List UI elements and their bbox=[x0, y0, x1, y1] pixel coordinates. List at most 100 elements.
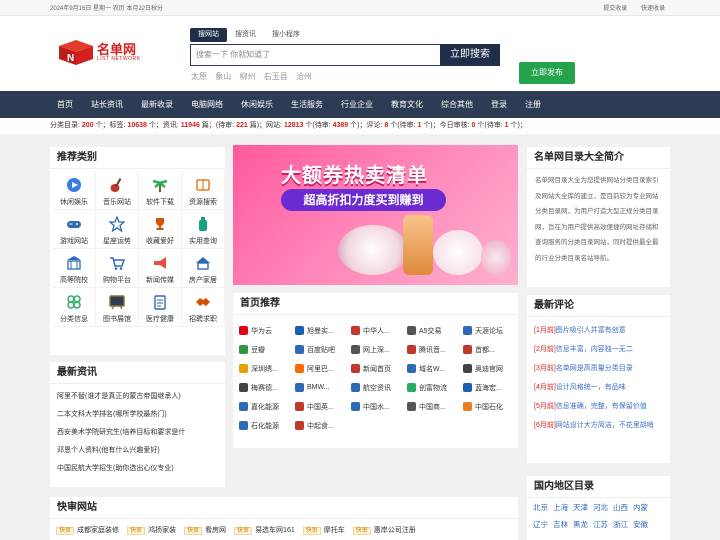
region-link[interactable]: 上海 bbox=[553, 502, 573, 513]
news-item[interactable]: 二本文科大学排名(哪所学校最热门) bbox=[50, 406, 225, 424]
promo-banner[interactable]: 大额券热卖清单 超高折扣力度买到赚到 bbox=[233, 145, 518, 285]
tab-search-news[interactable]: 搜资讯 bbox=[227, 28, 264, 42]
nav-item-industry[interactable]: 行业企业 bbox=[341, 99, 373, 110]
recommend-item[interactable]: 中起食... bbox=[295, 416, 351, 435]
quick-item[interactable]: 快审 易选车网161 bbox=[234, 525, 295, 535]
comment-item[interactable]: [2月前]信息丰富，内容独一无二 bbox=[527, 340, 670, 359]
nav-item-register[interactable]: 注册 bbox=[525, 99, 541, 110]
hot-keyword[interactable]: 太原 bbox=[191, 72, 207, 81]
tab-search-miniapp[interactable]: 搜小程序 bbox=[264, 28, 308, 42]
region-link[interactable]: 吉林 bbox=[553, 519, 573, 530]
recommend-item[interactable]: 百度贴吧 bbox=[295, 340, 351, 359]
recommend-item[interactable]: 嘉化能源 bbox=[239, 397, 295, 416]
recommend-item[interactable]: 新闻首页 bbox=[351, 359, 407, 378]
site-logo[interactable]: N 名单网 LIST NETWORK bbox=[57, 38, 140, 66]
recommend-item[interactable]: 中国商... bbox=[407, 397, 463, 416]
recommend-item[interactable]: 深圳绣... bbox=[239, 359, 295, 378]
category-item[interactable]: 分类信息 bbox=[53, 288, 96, 327]
category-item[interactable]: 购物平台 bbox=[96, 249, 139, 288]
category-item[interactable]: 休闲娱乐 bbox=[53, 171, 96, 210]
news-item[interactable]: 中国民航大学招生(助你选出心仪专业) bbox=[50, 460, 225, 478]
category-item[interactable]: 实用查询 bbox=[182, 210, 225, 249]
category-item[interactable]: 星座运势 bbox=[96, 210, 139, 249]
quick-item[interactable]: 快审 成都家庭装修 bbox=[56, 525, 119, 535]
nav-item-latest[interactable]: 最新收录 bbox=[141, 99, 173, 110]
recommend-item[interactable]: 中国石化 bbox=[463, 397, 519, 416]
recommend-item[interactable]: 中华人... bbox=[351, 321, 407, 340]
quick-item[interactable]: 快审 摩托车 bbox=[302, 525, 345, 535]
quick-item[interactable]: 快审 鸿扬家装 bbox=[127, 525, 176, 535]
nav-item-computer[interactable]: 电脑网络 bbox=[191, 99, 223, 110]
recommend-item[interactable]: 奥迪官网 bbox=[463, 359, 519, 378]
search-input[interactable]: 搜索一下 你就知道了 bbox=[190, 44, 440, 66]
recommend-item[interactable]: 中国英... bbox=[295, 397, 351, 416]
hot-keyword[interactable]: 右玉县 bbox=[264, 72, 288, 81]
region-link[interactable]: 安徽 bbox=[633, 519, 653, 530]
category-item[interactable]: 资源搜索 bbox=[182, 171, 225, 210]
recommend-item[interactable]: 网上深... bbox=[351, 340, 407, 359]
recommend-item[interactable]: 创富物流 bbox=[407, 378, 463, 397]
recommend-item[interactable]: A5交易 bbox=[407, 321, 463, 340]
region-link[interactable]: 黑龙 bbox=[573, 519, 593, 530]
category-item[interactable]: 音乐网站 bbox=[96, 171, 139, 210]
region-link[interactable]: 山西 bbox=[613, 502, 633, 513]
category-item[interactable]: 招聘求职 bbox=[182, 288, 225, 327]
quick-item[interactable]: 快审 看房网 bbox=[184, 525, 226, 535]
comment-item[interactable]: [4月前]设计风格统一，有品味 bbox=[527, 378, 670, 397]
tab-search-site[interactable]: 搜网站 bbox=[190, 28, 227, 42]
nav-item-login[interactable]: 登录 bbox=[491, 99, 507, 110]
recommend-item[interactable]: BMW... bbox=[295, 378, 351, 397]
comment-item[interactable]: [6月前]网站设计大方简洁，不花里胡哨 bbox=[527, 416, 670, 435]
nav-item-education[interactable]: 教育文化 bbox=[391, 99, 423, 110]
nav-item-other[interactable]: 综合其他 bbox=[441, 99, 473, 110]
category-item[interactable]: 收藏爱好 bbox=[139, 210, 182, 249]
region-link[interactable]: 浙江 bbox=[613, 519, 633, 530]
nav-item-life[interactable]: 生活服务 bbox=[291, 99, 323, 110]
quick-item[interactable]: 快审 惠岸公司注册 bbox=[352, 525, 416, 535]
comment-item[interactable]: [5月前]信息准确，完整，有保留价值 bbox=[527, 397, 670, 416]
publish-button[interactable]: 立即发布 bbox=[519, 62, 575, 84]
recommend-item[interactable]: 梅赛德... bbox=[239, 378, 295, 397]
region-link[interactable]: 江苏 bbox=[593, 519, 613, 530]
hot-keyword[interactable]: 柳州 bbox=[239, 72, 255, 81]
category-item[interactable]: 新闻传媒 bbox=[139, 249, 182, 288]
recommend-item[interactable]: 阿里巴... bbox=[295, 359, 351, 378]
recommend-item[interactable]: 中国水... bbox=[351, 397, 407, 416]
hot-keyword[interactable]: 象山 bbox=[215, 72, 231, 81]
nav-item-leisure[interactable]: 休闲娱乐 bbox=[241, 99, 273, 110]
hot-keyword[interactable]: 沧州 bbox=[296, 72, 312, 81]
category-item[interactable]: 高等院校 bbox=[53, 249, 96, 288]
region-link[interactable]: 天津 bbox=[573, 502, 593, 513]
news-item[interactable]: 阿里不替(谁才是真正的蒙古帝国继承人) bbox=[50, 388, 225, 406]
category-item[interactable]: 图书展馆 bbox=[96, 288, 139, 327]
region-link[interactable]: 北京 bbox=[533, 502, 553, 513]
news-item[interactable]: 西安美术学院研究生(培养目标和要求是什 bbox=[50, 424, 225, 442]
category-item[interactable]: 房产家居 bbox=[182, 249, 225, 288]
nav-item-news[interactable]: 站长资讯 bbox=[91, 99, 123, 110]
recommend-item[interactable]: 华为云 bbox=[239, 321, 295, 340]
recommend-label: 中华人... bbox=[363, 327, 390, 335]
recommend-item[interactable]: 豆瓣 bbox=[239, 340, 295, 359]
recommend-item[interactable]: 旭曼实... bbox=[295, 321, 351, 340]
category-item[interactable]: 医疗健康 bbox=[139, 288, 182, 327]
recommend-item[interactable]: 腾讯音... bbox=[407, 340, 463, 359]
recommend-item[interactable]: 石化能源 bbox=[239, 416, 295, 435]
comment-item[interactable]: [3月前]名单网是高质量分类目录 bbox=[527, 359, 670, 378]
recommend-item[interactable]: 天涯论坛 bbox=[463, 321, 519, 340]
recommend-item[interactable]: 首都... bbox=[463, 340, 519, 359]
recommend-item[interactable]: 域名W... bbox=[407, 359, 463, 378]
quick-submit-link[interactable]: 快速收录 bbox=[641, 6, 665, 12]
recommend-item[interactable]: 航空资讯 bbox=[351, 378, 407, 397]
recommend-item[interactable]: 蓝海宏... bbox=[463, 378, 519, 397]
submit-link[interactable]: 提交收录 bbox=[603, 6, 627, 12]
comment-item[interactable]: [1月前]图片吸引人并富有创意 bbox=[527, 321, 670, 340]
nav-item-home[interactable]: 首页 bbox=[57, 99, 73, 110]
intro-panel: 名单网目录大全简介 名单网目录大全为您提供网站分类目录索引及网站大全库的建立，是… bbox=[527, 147, 670, 287]
region-link[interactable]: 内蒙 bbox=[633, 502, 653, 513]
category-item[interactable]: 游戏网站 bbox=[53, 210, 96, 249]
news-item[interactable]: 邓恩个人资料(他有什么兴趣爱好) bbox=[50, 442, 225, 460]
category-item[interactable]: 软件下载 bbox=[139, 171, 182, 210]
region-link[interactable]: 河北 bbox=[593, 502, 613, 513]
region-link[interactable]: 辽宁 bbox=[533, 519, 553, 530]
search-button[interactable]: 立即搜索 bbox=[440, 44, 500, 66]
